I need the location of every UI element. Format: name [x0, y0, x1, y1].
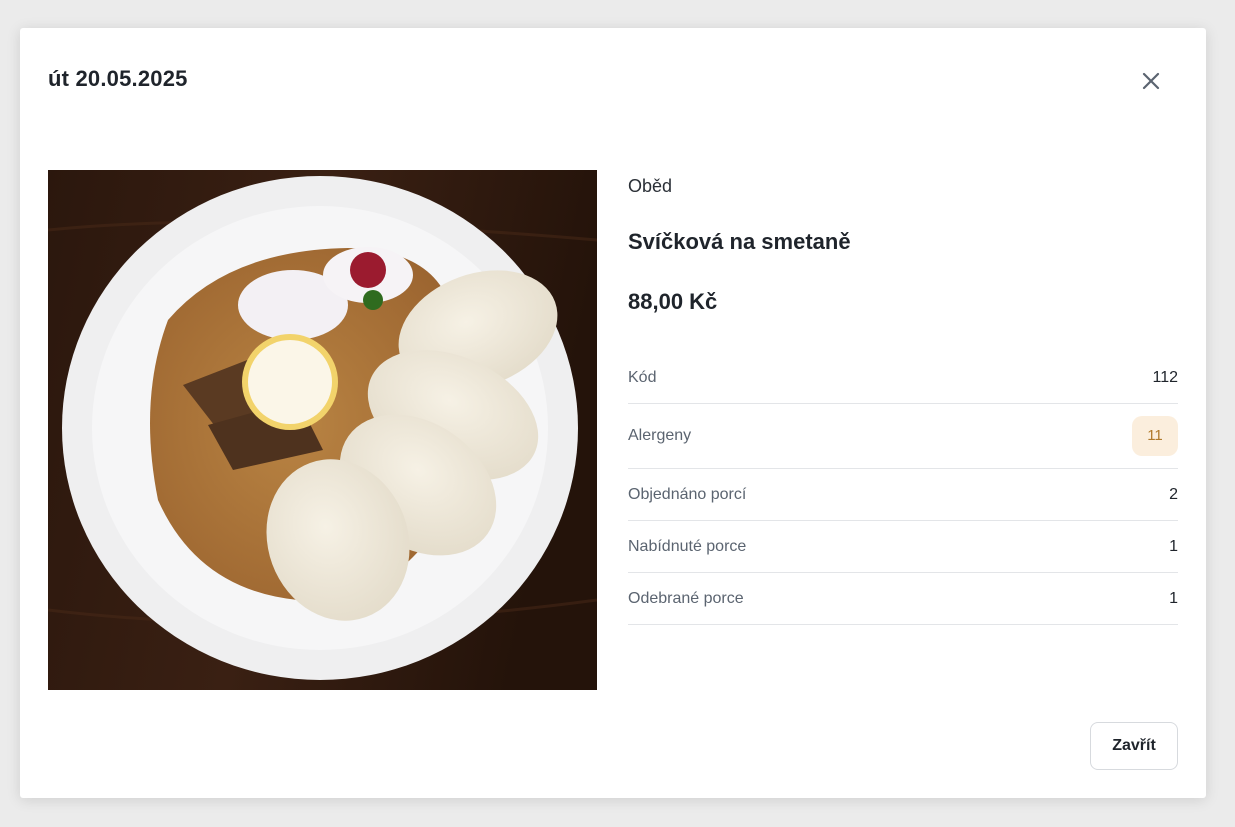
- detail-row-offered: Nabídnuté porce 1: [628, 521, 1178, 573]
- detail-value: 1: [1169, 537, 1178, 555]
- meal-details-list: Kód 112 Alergeny 11 Objednáno porcí 2 Na…: [628, 352, 1178, 625]
- detail-value: 1: [1169, 589, 1178, 607]
- detail-label: Kód: [628, 368, 657, 386]
- detail-label: Odebrané porce: [628, 589, 744, 607]
- meal-price: 88,00 Kč: [628, 289, 718, 314]
- meal-name: Svíčková na smetaně: [628, 229, 851, 254]
- detail-label: Alergeny: [628, 427, 692, 444]
- detail-label: Nabídnuté porce: [628, 537, 747, 555]
- meal-photo: [48, 170, 597, 690]
- detail-value: 112: [1152, 368, 1178, 386]
- detail-value: 2: [1169, 485, 1178, 503]
- allergen-badge[interactable]: 11: [1132, 416, 1178, 456]
- close-icon: [1142, 72, 1160, 90]
- close-button[interactable]: [1136, 66, 1166, 96]
- detail-row-allergens: Alergeny 11: [628, 404, 1178, 469]
- detail-row-collected: Odebrané porce 1: [628, 573, 1178, 625]
- close-dialog-button[interactable]: Zavřít: [1090, 722, 1178, 770]
- detail-row-ordered: Objednáno porcí 2: [628, 469, 1178, 521]
- meal-type: Oběd: [628, 176, 673, 196]
- detail-row-code: Kód 112: [628, 352, 1178, 404]
- meal-detail-dialog: út 20.05.2025 Oběd Svíčková na smetaně 8…: [20, 28, 1206, 798]
- dialog-title: út 20.05.2025: [48, 66, 188, 91]
- detail-label: Objednáno porcí: [628, 485, 747, 503]
